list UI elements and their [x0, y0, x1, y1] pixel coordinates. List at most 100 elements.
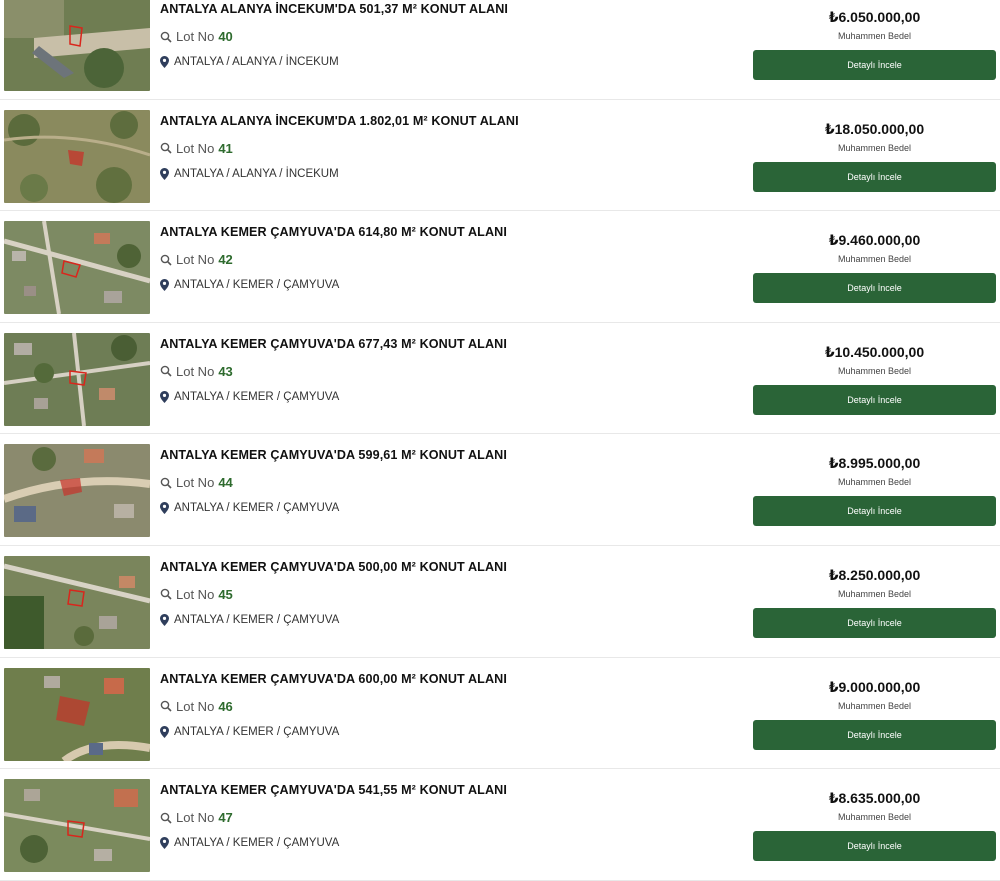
aerial-photo — [4, 0, 150, 91]
price-value: ₺6.050.000,00 — [828, 9, 921, 25]
listing-row: ANTALYA KEMER ÇAMYUVA'DA 541,55 M² KONUT… — [0, 769, 1000, 881]
location-info: ANTALYA / ALANYA / İNCEKUM — [160, 167, 339, 180]
lot-number: 42 — [218, 252, 233, 268]
location-text: ANTALYA / KEMER / ÇAMYUVA — [174, 279, 340, 292]
listing-thumbnail[interactable] — [4, 332, 150, 426]
lot-label: Lot No — [176, 363, 215, 379]
listing-thumbnail[interactable] — [4, 444, 150, 538]
price-panel: ₺9.460.000,00 Muhammen Bedel Detaylı İnc… — [753, 211, 996, 322]
price-value: ₺8.995.000,00 — [828, 455, 921, 472]
listing-title[interactable]: ANTALYA KEMER ÇAMYUVA'DA 599,61 M² KONUT… — [160, 448, 507, 462]
listing-title[interactable]: ANTALYA ALANYA İNCEKUM'DA 1.802,01 M² KO… — [160, 114, 519, 128]
location-text: ANTALYA / KEMER / ÇAMYUVA — [174, 502, 340, 515]
lot-number: 41 — [218, 140, 233, 156]
details-button[interactable]: Detaylı İncele — [753, 607, 996, 638]
details-button[interactable]: Detaylı İncele — [753, 273, 996, 304]
price-caption: Muhammen Bedel — [837, 812, 912, 823]
lot-label: Lot No — [176, 810, 215, 826]
details-button[interactable]: Detaylı İncele — [753, 831, 996, 862]
listing-thumbnail[interactable] — [4, 0, 150, 91]
search-icon — [160, 365, 172, 377]
lot-number: 44 — [218, 475, 233, 491]
location-info: ANTALYA / KEMER / ÇAMYUVA — [160, 725, 340, 738]
lot-label: Lot No — [176, 698, 215, 714]
listing-row: ANTALYA ALANYA İNCEKUM'DA 501,37 M² KONU… — [0, 0, 1000, 100]
lot-label: Lot No — [176, 29, 215, 44]
lot-info: Lot No 45 — [160, 587, 233, 602]
price-value: ₺10.450.000,00 — [824, 343, 925, 360]
lot-info: Lot No 43 — [160, 364, 233, 379]
price-panel: ₺10.450.000,00 Muhammen Bedel Detaylı İn… — [753, 323, 996, 434]
listing-row: ANTALYA KEMER ÇAMYUVA'DA 677,43 M² KONUT… — [0, 323, 1000, 435]
listing-row: ANTALYA KEMER ÇAMYUVA'DA 600,00 M² KONUT… — [0, 658, 1000, 770]
listing-row: ANTALYA KEMER ÇAMYUVA'DA 614,80 M² KONUT… — [0, 211, 1000, 323]
price-caption: Muhammen Bedel — [837, 700, 912, 711]
price-panel: ₺9.000.000,00 Muhammen Bedel Detaylı İnc… — [753, 658, 996, 769]
map-pin-icon — [160, 837, 169, 850]
price-value: ₺9.000.000,00 — [828, 678, 921, 695]
location-text: ANTALYA / KEMER / ÇAMYUVA — [174, 725, 340, 738]
location-info: ANTALYA / KEMER / ÇAMYUVA — [160, 837, 339, 850]
listing-thumbnail[interactable] — [4, 555, 150, 649]
listing-thumbnail[interactable] — [4, 667, 150, 761]
listing-title[interactable]: ANTALYA ALANYA İNCEKUM'DA 501,37 M² KONU… — [160, 2, 508, 16]
lot-label: Lot No — [176, 586, 215, 602]
price-value: ₺18.050.000,00 — [824, 120, 925, 137]
search-icon — [160, 31, 172, 43]
map-pin-icon — [160, 613, 169, 626]
map-pin-icon — [160, 502, 169, 515]
search-icon — [160, 700, 172, 712]
listing-row: ANTALYA ALANYA İNCEKUM'DA 1.802,01 M² KO… — [0, 100, 1000, 212]
price-panel: ₺18.050.000,00 Muhammen Bedel Detaylı İn… — [753, 100, 996, 211]
price-panel: ₺8.995.000,00 Muhammen Bedel Detaylı İnc… — [753, 434, 996, 545]
location-text: ANTALYA / ALANYA / İNCEKUM — [174, 167, 339, 180]
listing-title[interactable]: ANTALYA KEMER ÇAMYUVA'DA 600,00 M² KONUT… — [160, 672, 507, 686]
lot-info: Lot No 46 — [160, 699, 233, 714]
listing-title[interactable]: ANTALYA KEMER ÇAMYUVA'DA 614,80 M² KONUT… — [160, 225, 507, 239]
location-info: ANTALYA / KEMER / ÇAMYUVA — [160, 279, 340, 292]
aerial-photo — [4, 667, 150, 761]
details-button[interactable]: Detaylı İncele — [753, 161, 996, 192]
listing-title[interactable]: ANTALYA KEMER ÇAMYUVA'DA 541,55 M² KONUT… — [160, 783, 507, 797]
search-icon — [160, 588, 172, 601]
map-pin-icon — [160, 725, 169, 738]
location-info: ANTALYA / ALANYA / İNCEKUM — [160, 56, 339, 68]
details-button[interactable]: Detaylı İncele — [753, 50, 996, 80]
location-info: ANTALYA / KEMER / ÇAMYUVA — [160, 502, 340, 515]
search-icon — [160, 254, 172, 266]
map-pin-icon — [160, 56, 169, 68]
listing-list: ANTALYA ALANYA İNCEKUM'DA 501,37 M² KONU… — [0, 0, 1000, 881]
price-panel: ₺8.250.000,00 Muhammen Bedel Detaylı İnc… — [753, 546, 996, 657]
lot-label: Lot No — [176, 475, 215, 491]
location-text: ANTALYA / KEMER / ÇAMYUVA — [174, 390, 340, 403]
price-value: ₺8.250.000,00 — [828, 566, 921, 583]
price-panel: ₺6.050.000,00 Muhammen Bedel Detaylı İnc… — [753, 0, 996, 99]
listing-row: ANTALYA KEMER ÇAMYUVA'DA 500,00 M² KONUT… — [0, 546, 1000, 658]
map-pin-icon — [160, 279, 169, 292]
details-button[interactable]: Detaylı İncele — [753, 719, 996, 750]
listing-thumbnail[interactable] — [4, 779, 150, 873]
location-info: ANTALYA / KEMER / ÇAMYUVA — [160, 613, 339, 626]
location-info: ANTALYA / KEMER / ÇAMYUVA — [160, 390, 340, 403]
lot-label: Lot No — [176, 140, 215, 156]
listing-thumbnail[interactable] — [4, 109, 150, 203]
listing-title[interactable]: ANTALYA KEMER ÇAMYUVA'DA 677,43 M² KONUT… — [160, 337, 507, 351]
location-text: ANTALYA / ALANYA / İNCEKUM — [174, 56, 339, 68]
lot-info: Lot No 42 — [160, 252, 233, 267]
price-caption: Muhammen Bedel — [837, 142, 912, 153]
listing-title[interactable]: ANTALYA KEMER ÇAMYUVA'DA 500,00 M² KONUT… — [160, 560, 507, 574]
details-button[interactable]: Detaylı İncele — [753, 384, 996, 415]
map-pin-icon — [160, 390, 169, 403]
details-button[interactable]: Detaylı İncele — [753, 496, 996, 527]
listing-thumbnail[interactable] — [4, 221, 150, 315]
lot-number: 46 — [218, 698, 233, 714]
search-icon — [160, 142, 172, 154]
aerial-photo — [4, 109, 150, 203]
lot-info: Lot No 47 — [160, 810, 233, 825]
price-caption: Muhammen Bedel — [837, 31, 912, 41]
lot-number: 45 — [218, 586, 233, 602]
lot-number: 43 — [218, 363, 233, 379]
lot-number: 40 — [218, 29, 233, 44]
listing-row: ANTALYA KEMER ÇAMYUVA'DA 599,61 M² KONUT… — [0, 434, 1000, 546]
lot-info: Lot No 41 — [160, 141, 233, 156]
